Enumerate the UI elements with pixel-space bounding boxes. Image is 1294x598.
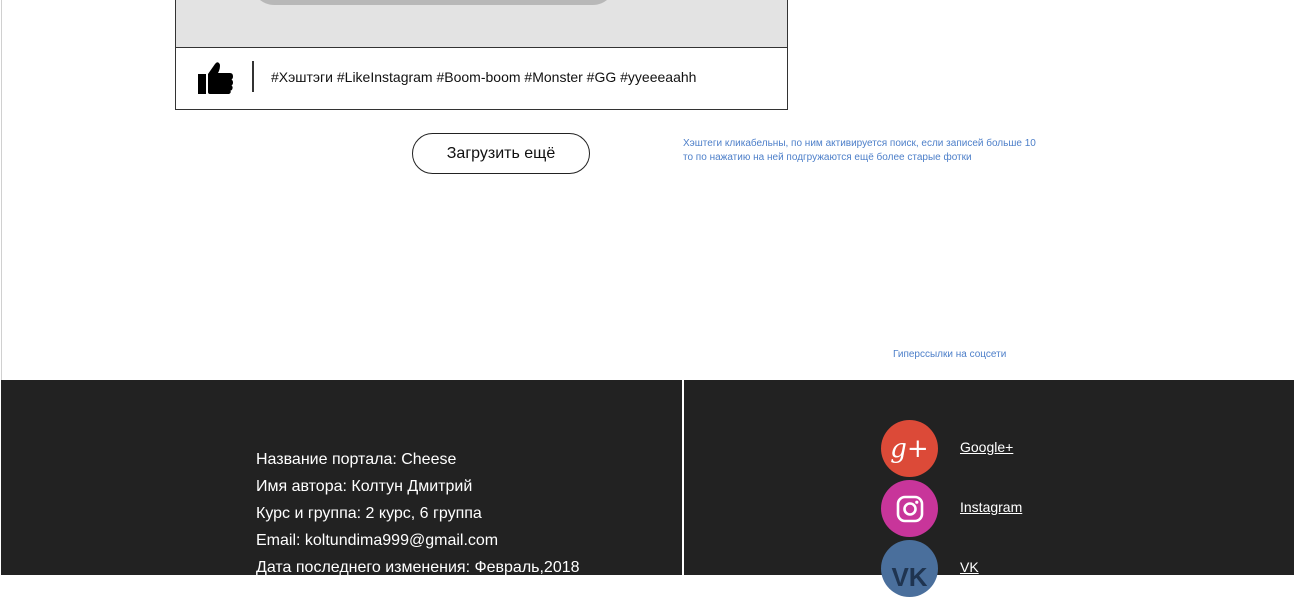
google-plus-link[interactable]: Google+ <box>960 439 1013 455</box>
hashtag-link[interactable]: #Хэштэги <box>271 69 333 85</box>
course-group: Курс и группа: 2 курс, 6 группа <box>256 505 482 522</box>
hashtag-link[interactable]: #Boom-boom <box>436 69 520 85</box>
google-plus-icon[interactable]: g+ <box>881 420 938 477</box>
author-email: Email: koltundima999@gmail.com <box>256 532 499 549</box>
portal-name: Название портала: Cheese <box>256 451 457 468</box>
annotation-line: то по нажатию на ней подгружаются ещё бо… <box>683 152 972 163</box>
social-google-plus: g+ Google+ <box>881 420 1181 478</box>
post-image[interactable] <box>176 0 787 48</box>
social-instagram: Instagram <box>881 480 1181 538</box>
post-footer: #Хэштэги #LikeInstagram #Boom-boom #Mons… <box>176 48 787 109</box>
hashtag-list: #Хэштэги #LikeInstagram #Boom-boom #Mons… <box>271 69 696 85</box>
links-annotation: Гиперссылки на соцсети <box>893 349 1007 360</box>
hashtag-link[interactable]: #LikeInstagram <box>337 69 433 85</box>
author-name: Имя автора: Колтун Дмитрий <box>256 478 473 495</box>
thumbs-up-icon <box>198 62 233 94</box>
hashtag-link[interactable]: #yyeeeaahh <box>620 69 696 85</box>
instagram-glyph <box>896 495 923 522</box>
site-footer: Название портала: Cheese Имя автора: Кол… <box>1 380 1294 597</box>
vk-link[interactable]: VK <box>960 559 979 575</box>
like-button[interactable] <box>197 60 235 96</box>
site-info: Название портала: Cheese Имя автора: Кол… <box>256 446 580 581</box>
instagram-icon[interactable] <box>881 480 938 537</box>
last-modified: Дата последнего изменения: Февраль,2018 <box>256 559 580 576</box>
post-card: #Хэштэги #LikeInstagram #Boom-boom #Mons… <box>175 0 788 110</box>
load-more-button[interactable]: Загрузить ещё <box>412 133 590 174</box>
footer-divider <box>252 61 254 92</box>
footer-divider <box>682 380 684 575</box>
instagram-link[interactable]: Instagram <box>960 499 1022 515</box>
hashtags-annotation: Хэштеги кликабельны, по ним активируется… <box>683 137 1036 165</box>
page-left-border <box>1 0 2 380</box>
annotation-line: Хэштеги кликабельны, по ним активируется… <box>683 138 1036 149</box>
social-vk: VK VK <box>881 540 1181 598</box>
image-placeholder-shape <box>251 0 616 5</box>
hashtag-link[interactable]: #GG <box>587 69 617 85</box>
vk-icon[interactable]: VK <box>881 540 938 597</box>
hashtag-link[interactable]: #Monster <box>524 69 582 85</box>
